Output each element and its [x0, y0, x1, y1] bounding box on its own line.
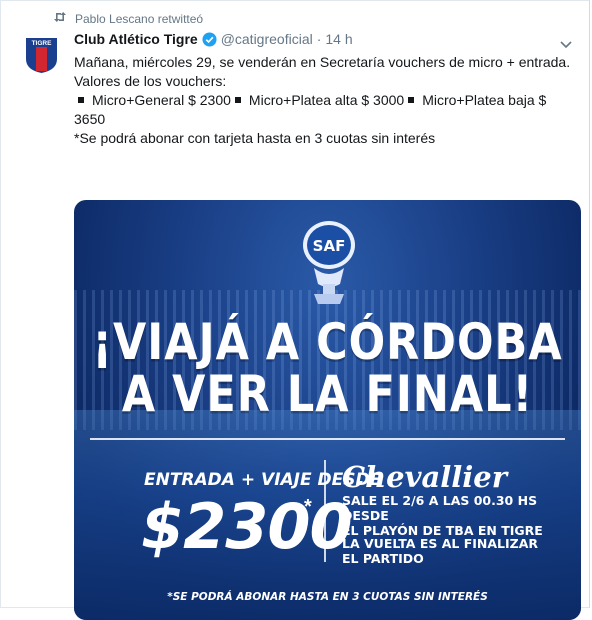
media-footnote: *SE PODRÁ ABONAR HASTA EN 3 CUOTAS SIN I… — [167, 591, 488, 603]
tweet-timestamp[interactable]: 14 h — [325, 31, 352, 47]
bullet-square-icon — [408, 97, 415, 104]
payment-note: *Se podrá abonar con tarjeta hasta en 3 … — [74, 130, 436, 146]
voucher-list: Micro+General $ 2300 Micro+Platea alta $ … — [74, 91, 574, 129]
price-asterisk: * — [304, 496, 312, 518]
retweet-icon — [53, 11, 75, 26]
departure-details: SALE EL 2/6 A LAS 00.30 HS DESDE EL PLAY… — [342, 493, 543, 538]
retweet-context[interactable]: Pablo Lescano retwitteó — [53, 11, 203, 26]
voucher-item: Micro+Platea alta $ 3000 — [248, 92, 405, 108]
tweet-line-2: Valores de los vouchers: — [74, 73, 227, 89]
author-handle[interactable]: @catigreoficial — [221, 31, 313, 47]
avatar[interactable]: TIGRE — [25, 37, 58, 74]
bullet-square-icon — [78, 97, 84, 104]
retweet-text: Pablo Lescano retwitteó — [75, 11, 204, 26]
voucher-item: Micro+General $ 2300 — [92, 92, 231, 108]
tweet-card[interactable]: Pablo Lescano retwitteó TIGRE Club Atlét… — [0, 0, 590, 620]
return-details: LA VUELTA ES AL FINALIZAR EL PARTIDO — [342, 536, 539, 566]
promo-price: $2300 — [141, 490, 353, 563]
bus-company-name: Chevallier — [342, 460, 508, 494]
bullet-square-icon — [234, 97, 241, 104]
author-name[interactable]: Club Atlético Tigre — [74, 31, 198, 47]
headline-line-1: ¡VIAJÁ A CÓRDOBA — [92, 314, 563, 372]
logo-label: SAF — [313, 237, 346, 255]
tweet-media-image[interactable]: SAF ¡VIAJÁ A CÓRDOBA A VER LA FINAL! ENT… — [74, 200, 581, 620]
avatar-label: TIGRE — [32, 40, 53, 47]
tweet-line-1: Mañana, miércoles 29, se venderán en Sec… — [74, 54, 571, 70]
tweet-text: Mañana, miércoles 29, se venderán en Sec… — [74, 53, 574, 148]
trophy-logo-icon: SAF — [296, 218, 362, 313]
tweet-header: Club Atlético Tigre @catigreoficial · 14… — [74, 31, 353, 47]
meta-separator: · — [316, 31, 322, 47]
verified-badge-icon — [202, 31, 217, 47]
divider-horizontal — [90, 438, 565, 440]
headline-line-2: A VER LA FINAL! — [121, 366, 534, 424]
